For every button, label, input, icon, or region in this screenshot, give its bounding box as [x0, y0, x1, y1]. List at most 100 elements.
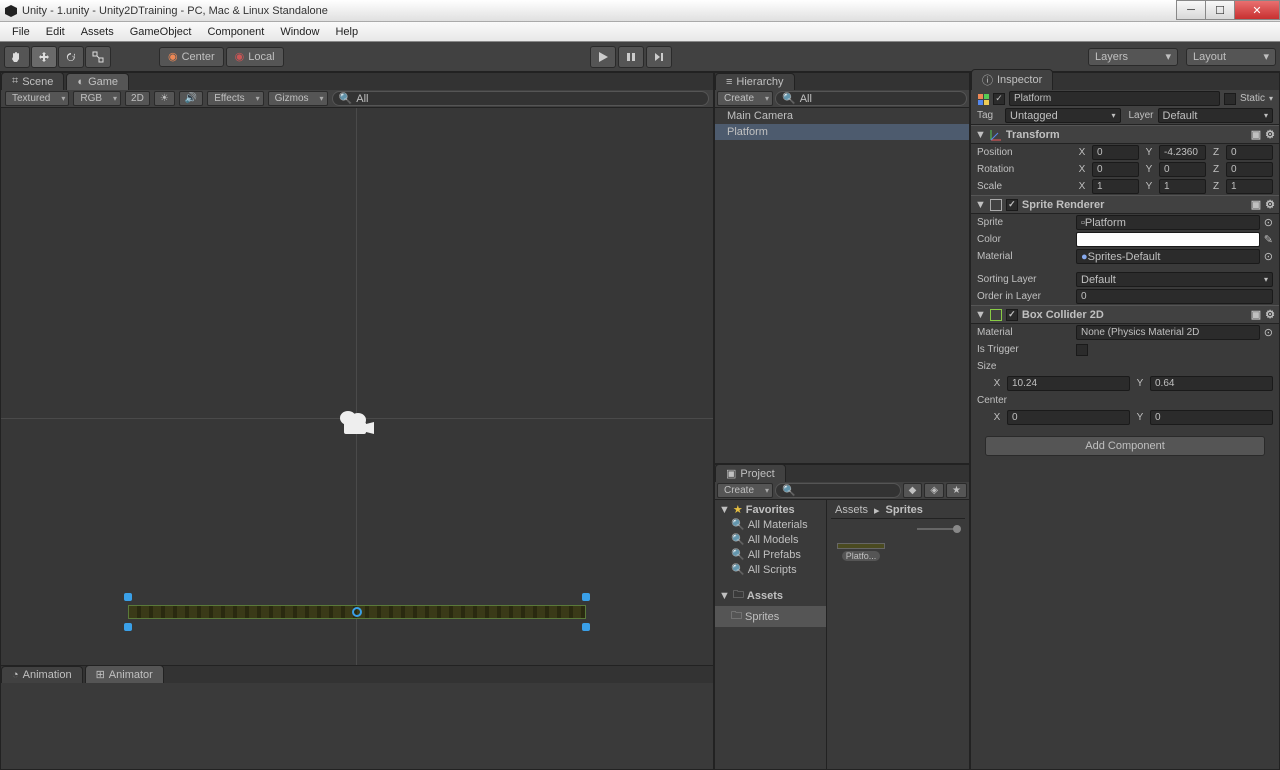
resize-handle[interactable] — [582, 623, 590, 631]
help-icon[interactable]: ▣ — [1251, 198, 1261, 211]
close-button[interactable]: ✕ — [1234, 0, 1280, 20]
filter-button[interactable]: ◈ — [924, 483, 944, 498]
rotation-z-input[interactable]: 0 — [1226, 162, 1273, 177]
sorting-layer-dropdown[interactable]: Default▾ — [1076, 272, 1273, 287]
selected-object-platform[interactable] — [128, 597, 586, 627]
project-create-dropdown[interactable]: Create — [717, 483, 773, 498]
object-picker-icon[interactable]: ⊙ — [1264, 216, 1273, 229]
tab-project[interactable]: ▣Project — [715, 464, 786, 482]
tab-animator[interactable]: ⊞Animator — [85, 665, 164, 683]
layers-dropdown[interactable]: Layers▾ — [1088, 48, 1178, 66]
collider-size-x-input[interactable]: 10.24 — [1007, 376, 1130, 391]
tab-game[interactable]: ◐Game — [66, 73, 129, 90]
is-trigger-checkbox[interactable] — [1076, 344, 1088, 356]
active-checkbox[interactable]: ✓ — [993, 93, 1005, 105]
gear-icon[interactable]: ⚙ — [1265, 308, 1275, 321]
collider-center-y-input[interactable]: 0 — [1150, 410, 1273, 425]
tag-dropdown[interactable]: Untagged▾ — [1005, 108, 1121, 123]
menu-file[interactable]: File — [4, 26, 38, 38]
component-enabled-checkbox[interactable]: ✓ — [1006, 309, 1018, 321]
tab-scene[interactable]: ⌗Scene — [1, 72, 64, 90]
maximize-button[interactable]: ☐ — [1205, 0, 1235, 20]
sprite-field[interactable]: ▫Platform — [1076, 215, 1260, 230]
favorites-header[interactable]: ▼★Favorites — [715, 502, 826, 517]
resize-handle[interactable] — [124, 593, 132, 601]
object-picker-icon[interactable]: ⊙ — [1264, 250, 1273, 263]
scale-y-input[interactable]: 1 — [1159, 179, 1206, 194]
asset-platform[interactable]: Platfo... — [831, 539, 891, 565]
object-name-input[interactable]: Platform — [1009, 91, 1220, 106]
order-in-layer-input[interactable]: 0 — [1076, 289, 1273, 304]
scene-viewport[interactable] — [1, 108, 713, 665]
move-tool-button[interactable] — [31, 46, 57, 68]
hierarchy-item-platform[interactable]: Platform — [715, 124, 969, 140]
favorite-all-scripts[interactable]: 🔍All Scripts — [715, 562, 826, 577]
object-picker-icon[interactable]: ⊙ — [1264, 326, 1273, 339]
position-x-input[interactable]: 0 — [1092, 145, 1139, 160]
hierarchy-create-dropdown[interactable]: Create — [717, 91, 773, 106]
lighting-toggle[interactable]: ☀ — [154, 91, 175, 106]
menu-window[interactable]: Window — [272, 26, 327, 38]
layout-dropdown[interactable]: Layout▾ — [1186, 48, 1276, 66]
static-checkbox[interactable] — [1224, 93, 1236, 105]
assets-folder[interactable]: ▼🗀Assets — [715, 585, 826, 606]
scale-x-input[interactable]: 1 — [1092, 179, 1139, 194]
menu-component[interactable]: Component — [199, 26, 272, 38]
favorite-all-prefabs[interactable]: 🔍All Prefabs — [715, 547, 826, 562]
breadcrumb-sprites[interactable]: Sprites — [886, 504, 923, 516]
audio-toggle[interactable]: 🔊 — [179, 91, 203, 106]
menu-assets[interactable]: Assets — [73, 26, 122, 38]
hierarchy-item-main-camera[interactable]: Main Camera — [715, 108, 969, 124]
favorite-all-materials[interactable]: 🔍All Materials — [715, 517, 826, 532]
play-button[interactable] — [590, 46, 616, 68]
project-search-input[interactable]: 🔍 — [775, 483, 901, 498]
collider-size-y-input[interactable]: 0.64 — [1150, 376, 1273, 391]
position-z-input[interactable]: 0 — [1226, 145, 1273, 160]
gear-icon[interactable]: ⚙ — [1265, 128, 1275, 141]
pause-button[interactable] — [618, 46, 644, 68]
center-handle[interactable] — [352, 607, 362, 617]
collider-center-x-input[interactable]: 0 — [1007, 410, 1130, 425]
shading-mode-dropdown[interactable]: Textured — [5, 91, 69, 106]
sprites-folder[interactable]: 🗀Sprites — [715, 606, 826, 627]
resize-handle[interactable] — [582, 593, 590, 601]
hand-tool-button[interactable] — [4, 46, 30, 68]
color-field[interactable] — [1076, 232, 1260, 247]
rotate-tool-button[interactable] — [58, 46, 84, 68]
scale-tool-button[interactable] — [85, 46, 111, 68]
component-box-collider-header[interactable]: ▼ ✓ Box Collider 2D ▣⚙ — [971, 305, 1279, 324]
component-enabled-checkbox[interactable]: ✓ — [1006, 199, 1018, 211]
effects-dropdown[interactable]: Effects — [207, 91, 263, 106]
thumbnail-size-slider[interactable] — [917, 528, 957, 530]
component-sprite-renderer-header[interactable]: ▼ ✓ Sprite Renderer ▣⚙ — [971, 195, 1279, 214]
save-search-button[interactable]: ★ — [946, 483, 967, 498]
help-icon[interactable]: ▣ — [1251, 308, 1261, 321]
render-mode-dropdown[interactable]: RGB — [73, 91, 121, 106]
pivot-toggle[interactable]: ◉Center — [159, 47, 224, 67]
add-component-button[interactable]: Add Component — [985, 436, 1265, 456]
help-icon[interactable]: ▣ — [1251, 128, 1261, 141]
favorite-all-models[interactable]: 🔍All Models — [715, 532, 826, 547]
filter-button[interactable]: ◆ — [903, 483, 923, 498]
layer-dropdown[interactable]: Default▾ — [1158, 108, 1274, 123]
space-toggle[interactable]: ◉Local — [226, 47, 284, 67]
scale-z-input[interactable]: 1 — [1226, 179, 1273, 194]
hierarchy-search-input[interactable]: 🔍All — [775, 91, 967, 106]
menu-help[interactable]: Help — [327, 26, 366, 38]
rotation-y-input[interactable]: 0 — [1159, 162, 1206, 177]
2d-toggle[interactable]: 2D — [125, 91, 150, 106]
breadcrumb-assets[interactable]: Assets — [835, 504, 868, 516]
menu-edit[interactable]: Edit — [38, 26, 73, 38]
tab-inspector[interactable]: ⓘInspector — [971, 69, 1053, 90]
rotation-x-input[interactable]: 0 — [1092, 162, 1139, 177]
minimize-button[interactable]: ─ — [1176, 0, 1206, 20]
step-button[interactable] — [646, 46, 672, 68]
gear-icon[interactable]: ⚙ — [1265, 198, 1275, 211]
resize-handle[interactable] — [124, 623, 132, 631]
tab-hierarchy[interactable]: ≡Hierarchy — [715, 73, 795, 90]
eyedropper-icon[interactable]: ✎ — [1264, 233, 1273, 246]
tab-animation[interactable]: ◔Animation — [1, 666, 83, 683]
menu-gameobject[interactable]: GameObject — [122, 26, 200, 38]
scene-search-input[interactable]: 🔍All — [332, 91, 709, 106]
position-y-input[interactable]: -4.2360 — [1159, 145, 1206, 160]
